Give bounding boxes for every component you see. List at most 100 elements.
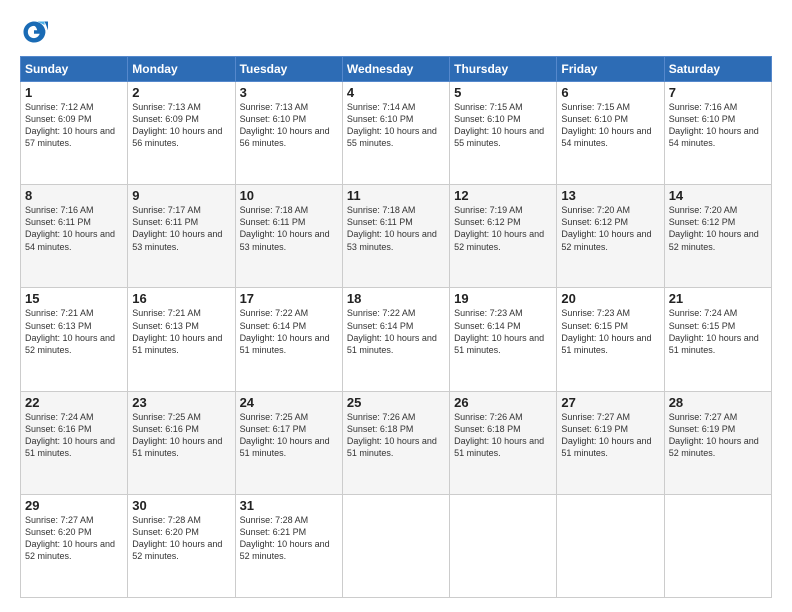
day-number: 1 [25,85,123,100]
day-number: 23 [132,395,230,410]
calendar-cell: 19 Sunrise: 7:23 AM Sunset: 6:14 PM Dayl… [450,288,557,391]
day-number: 25 [347,395,445,410]
calendar-cell: 8 Sunrise: 7:16 AM Sunset: 6:11 PM Dayli… [21,185,128,288]
calendar-cell: 23 Sunrise: 7:25 AM Sunset: 6:16 PM Dayl… [128,391,235,494]
day-number: 3 [240,85,338,100]
calendar-cell: 31 Sunrise: 7:28 AM Sunset: 6:21 PM Dayl… [235,494,342,597]
day-info: Sunrise: 7:23 AM Sunset: 6:14 PM Dayligh… [454,307,552,356]
day-number: 21 [669,291,767,306]
header [20,18,772,46]
day-number: 19 [454,291,552,306]
calendar-cell: 14 Sunrise: 7:20 AM Sunset: 6:12 PM Dayl… [664,185,771,288]
day-info: Sunrise: 7:22 AM Sunset: 6:14 PM Dayligh… [240,307,338,356]
day-number: 22 [25,395,123,410]
calendar-cell: 18 Sunrise: 7:22 AM Sunset: 6:14 PM Dayl… [342,288,449,391]
calendar-header-thursday: Thursday [450,57,557,82]
day-info: Sunrise: 7:27 AM Sunset: 6:20 PM Dayligh… [25,514,123,563]
day-info: Sunrise: 7:23 AM Sunset: 6:15 PM Dayligh… [561,307,659,356]
day-info: Sunrise: 7:16 AM Sunset: 6:10 PM Dayligh… [669,101,767,150]
day-number: 20 [561,291,659,306]
day-info: Sunrise: 7:26 AM Sunset: 6:18 PM Dayligh… [347,411,445,460]
calendar-header-row: SundayMondayTuesdayWednesdayThursdayFrid… [21,57,772,82]
day-info: Sunrise: 7:14 AM Sunset: 6:10 PM Dayligh… [347,101,445,150]
day-info: Sunrise: 7:25 AM Sunset: 6:17 PM Dayligh… [240,411,338,460]
calendar-cell: 21 Sunrise: 7:24 AM Sunset: 6:15 PM Dayl… [664,288,771,391]
calendar-table: SundayMondayTuesdayWednesdayThursdayFrid… [20,56,772,598]
day-number: 27 [561,395,659,410]
calendar-cell: 22 Sunrise: 7:24 AM Sunset: 6:16 PM Dayl… [21,391,128,494]
day-info: Sunrise: 7:24 AM Sunset: 6:16 PM Dayligh… [25,411,123,460]
calendar-cell [450,494,557,597]
day-number: 14 [669,188,767,203]
calendar-cell: 2 Sunrise: 7:13 AM Sunset: 6:09 PM Dayli… [128,82,235,185]
calendar-cell: 9 Sunrise: 7:17 AM Sunset: 6:11 PM Dayli… [128,185,235,288]
calendar-cell: 29 Sunrise: 7:27 AM Sunset: 6:20 PM Dayl… [21,494,128,597]
day-number: 12 [454,188,552,203]
day-number: 24 [240,395,338,410]
calendar-week-row: 22 Sunrise: 7:24 AM Sunset: 6:16 PM Dayl… [21,391,772,494]
calendar-cell: 10 Sunrise: 7:18 AM Sunset: 6:11 PM Dayl… [235,185,342,288]
calendar-header-wednesday: Wednesday [342,57,449,82]
calendar-cell: 11 Sunrise: 7:18 AM Sunset: 6:11 PM Dayl… [342,185,449,288]
calendar-cell: 17 Sunrise: 7:22 AM Sunset: 6:14 PM Dayl… [235,288,342,391]
calendar-header-tuesday: Tuesday [235,57,342,82]
calendar-cell: 1 Sunrise: 7:12 AM Sunset: 6:09 PM Dayli… [21,82,128,185]
day-info: Sunrise: 7:15 AM Sunset: 6:10 PM Dayligh… [454,101,552,150]
day-info: Sunrise: 7:18 AM Sunset: 6:11 PM Dayligh… [240,204,338,253]
day-number: 30 [132,498,230,513]
day-number: 7 [669,85,767,100]
day-number: 31 [240,498,338,513]
day-info: Sunrise: 7:13 AM Sunset: 6:10 PM Dayligh… [240,101,338,150]
day-info: Sunrise: 7:12 AM Sunset: 6:09 PM Dayligh… [25,101,123,150]
day-number: 26 [454,395,552,410]
logo-icon [20,18,48,46]
day-info: Sunrise: 7:28 AM Sunset: 6:21 PM Dayligh… [240,514,338,563]
day-number: 9 [132,188,230,203]
day-number: 5 [454,85,552,100]
calendar-cell: 4 Sunrise: 7:14 AM Sunset: 6:10 PM Dayli… [342,82,449,185]
calendar-cell: 3 Sunrise: 7:13 AM Sunset: 6:10 PM Dayli… [235,82,342,185]
day-info: Sunrise: 7:26 AM Sunset: 6:18 PM Dayligh… [454,411,552,460]
calendar-cell [342,494,449,597]
day-info: Sunrise: 7:20 AM Sunset: 6:12 PM Dayligh… [561,204,659,253]
day-info: Sunrise: 7:15 AM Sunset: 6:10 PM Dayligh… [561,101,659,150]
day-number: 29 [25,498,123,513]
day-info: Sunrise: 7:16 AM Sunset: 6:11 PM Dayligh… [25,204,123,253]
day-info: Sunrise: 7:21 AM Sunset: 6:13 PM Dayligh… [132,307,230,356]
day-number: 15 [25,291,123,306]
day-number: 4 [347,85,445,100]
calendar-week-row: 8 Sunrise: 7:16 AM Sunset: 6:11 PM Dayli… [21,185,772,288]
calendar-cell: 27 Sunrise: 7:27 AM Sunset: 6:19 PM Dayl… [557,391,664,494]
calendar-cell: 16 Sunrise: 7:21 AM Sunset: 6:13 PM Dayl… [128,288,235,391]
calendar-cell: 13 Sunrise: 7:20 AM Sunset: 6:12 PM Dayl… [557,185,664,288]
day-info: Sunrise: 7:25 AM Sunset: 6:16 PM Dayligh… [132,411,230,460]
calendar-week-row: 15 Sunrise: 7:21 AM Sunset: 6:13 PM Dayl… [21,288,772,391]
calendar-cell: 24 Sunrise: 7:25 AM Sunset: 6:17 PM Dayl… [235,391,342,494]
day-number: 28 [669,395,767,410]
day-info: Sunrise: 7:19 AM Sunset: 6:12 PM Dayligh… [454,204,552,253]
day-info: Sunrise: 7:27 AM Sunset: 6:19 PM Dayligh… [561,411,659,460]
day-number: 10 [240,188,338,203]
calendar-header-friday: Friday [557,57,664,82]
calendar-cell: 12 Sunrise: 7:19 AM Sunset: 6:12 PM Dayl… [450,185,557,288]
calendar-cell: 30 Sunrise: 7:28 AM Sunset: 6:20 PM Dayl… [128,494,235,597]
calendar-cell: 26 Sunrise: 7:26 AM Sunset: 6:18 PM Dayl… [450,391,557,494]
day-number: 16 [132,291,230,306]
day-number: 8 [25,188,123,203]
logo [20,18,52,46]
day-info: Sunrise: 7:24 AM Sunset: 6:15 PM Dayligh… [669,307,767,356]
calendar-cell: 6 Sunrise: 7:15 AM Sunset: 6:10 PM Dayli… [557,82,664,185]
day-info: Sunrise: 7:13 AM Sunset: 6:09 PM Dayligh… [132,101,230,150]
day-info: Sunrise: 7:18 AM Sunset: 6:11 PM Dayligh… [347,204,445,253]
calendar-header-sunday: Sunday [21,57,128,82]
calendar-cell: 7 Sunrise: 7:16 AM Sunset: 6:10 PM Dayli… [664,82,771,185]
calendar-week-row: 29 Sunrise: 7:27 AM Sunset: 6:20 PM Dayl… [21,494,772,597]
calendar-header-monday: Monday [128,57,235,82]
day-number: 11 [347,188,445,203]
calendar-cell: 28 Sunrise: 7:27 AM Sunset: 6:19 PM Dayl… [664,391,771,494]
calendar-cell [557,494,664,597]
day-info: Sunrise: 7:20 AM Sunset: 6:12 PM Dayligh… [669,204,767,253]
calendar-cell [664,494,771,597]
day-info: Sunrise: 7:28 AM Sunset: 6:20 PM Dayligh… [132,514,230,563]
calendar-cell: 25 Sunrise: 7:26 AM Sunset: 6:18 PM Dayl… [342,391,449,494]
